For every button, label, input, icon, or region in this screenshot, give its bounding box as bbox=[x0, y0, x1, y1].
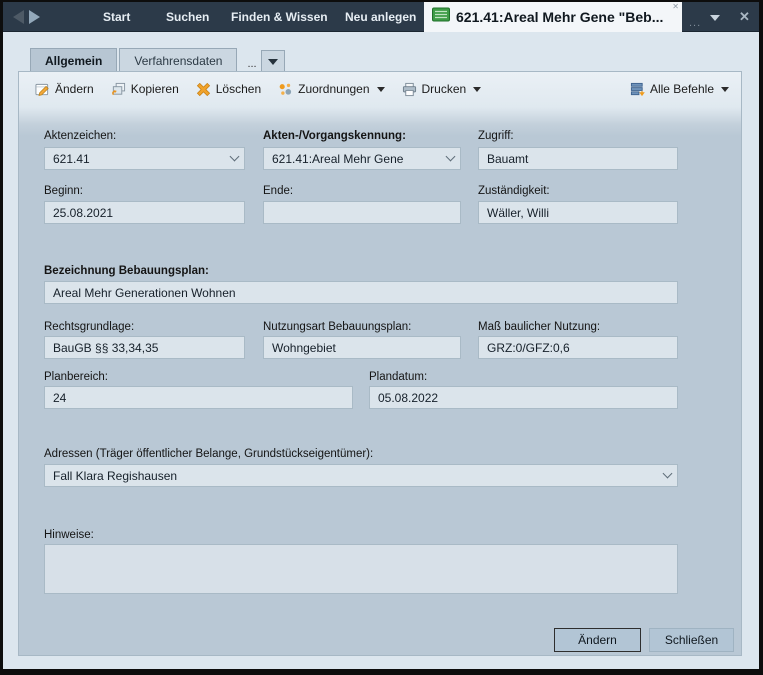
chevron-down-icon[interactable] bbox=[662, 468, 673, 479]
loeschen-button[interactable]: Löschen bbox=[196, 82, 261, 97]
document-tab-title: 621.41:Areal Mehr Gene "Beb... bbox=[456, 9, 664, 25]
aktenzeichen-label: Aktenzeichen: bbox=[44, 130, 117, 142]
nutzungsart-field[interactable] bbox=[263, 336, 461, 359]
kennung-input[interactable] bbox=[272, 151, 447, 166]
bezeichnung-input[interactable] bbox=[53, 285, 671, 300]
tab-list-dropdown-icon[interactable] bbox=[710, 15, 720, 21]
plandatum-field[interactable] bbox=[369, 386, 678, 409]
aktenzeichen-input[interactable] bbox=[53, 151, 231, 166]
rechtsgrundlage-input[interactable] bbox=[53, 340, 238, 355]
aktenzeichen-combobox[interactable] bbox=[44, 147, 245, 170]
chevron-down-icon[interactable] bbox=[445, 151, 456, 162]
ende-input[interactable] bbox=[272, 205, 454, 220]
form-panel: Ändern Kopieren Löschen Zuordnungen Druc… bbox=[18, 71, 742, 656]
copy-icon bbox=[111, 82, 126, 97]
window-close-icon[interactable]: ✕ bbox=[739, 9, 750, 25]
command-list-icon bbox=[630, 82, 645, 97]
planbereich-label: Planbereich: bbox=[44, 371, 108, 383]
kopieren-label: Kopieren bbox=[130, 82, 179, 96]
tab-verfahrensdaten[interactable]: Verfahrensdaten bbox=[119, 48, 238, 72]
drucken-button[interactable]: Drucken bbox=[402, 82, 482, 97]
mass-label: Maß baulicher Nutzung: bbox=[478, 321, 601, 333]
adressen-label: Adressen (Träger öffentlicher Belange, G… bbox=[44, 448, 374, 460]
nutzungsart-label: Nutzungsart Bebauungsplan: bbox=[263, 321, 412, 333]
aendern-button[interactable]: Ändern bbox=[35, 82, 94, 97]
zustaendigkeit-label: Zuständigkeit: bbox=[478, 185, 550, 197]
aendern-footer-label: Ändern bbox=[578, 633, 617, 647]
adressen-combobox[interactable] bbox=[44, 464, 678, 487]
plandatum-label: Plandatum: bbox=[369, 371, 428, 383]
menu-suchen[interactable]: Suchen bbox=[166, 2, 209, 32]
planbereich-input[interactable] bbox=[53, 390, 346, 405]
aendern-footer-button[interactable]: Ändern bbox=[554, 628, 641, 652]
chevron-down-icon bbox=[473, 86, 482, 92]
alle-befehle-button[interactable]: Alle Befehle bbox=[630, 82, 729, 97]
beginn-input[interactable] bbox=[53, 205, 238, 220]
chevron-down-icon bbox=[267, 58, 278, 65]
kopieren-button[interactable]: Kopieren bbox=[111, 82, 179, 97]
delete-x-icon bbox=[196, 82, 211, 97]
menu-finden-wissen[interactable]: Finden & Wissen bbox=[231, 2, 328, 32]
top-menu-bar: Start Suchen Finden & Wissen Neu anlegen… bbox=[3, 2, 759, 32]
back-arrow-icon[interactable] bbox=[13, 10, 24, 24]
beginn-label: Beginn: bbox=[44, 185, 84, 197]
zustaendigkeit-input[interactable] bbox=[487, 205, 671, 220]
green-folder-icon bbox=[432, 7, 450, 27]
alle-befehle-label: Alle Befehle bbox=[649, 82, 714, 96]
nodes-icon bbox=[278, 82, 293, 97]
kennung-label: Akten-/Vorgangskennung: bbox=[263, 130, 406, 142]
adressen-input[interactable] bbox=[53, 468, 664, 483]
tabstrip-overflow-ellipsis[interactable]: ... bbox=[247, 58, 256, 70]
schliessen-footer-label: Schließen bbox=[664, 633, 719, 647]
chevron-down-icon bbox=[376, 86, 385, 92]
mass-field[interactable] bbox=[478, 336, 678, 359]
ende-label: Ende: bbox=[263, 185, 294, 197]
kennung-combobox[interactable] bbox=[263, 147, 461, 170]
beginn-field[interactable] bbox=[44, 201, 245, 224]
chevron-down-icon bbox=[721, 86, 729, 92]
menu-neu-anlegen[interactable]: Neu anlegen bbox=[345, 2, 416, 32]
ende-field[interactable] bbox=[263, 201, 461, 224]
printer-icon bbox=[402, 82, 417, 97]
application-window: Start Suchen Finden & Wissen Neu anlegen… bbox=[0, 0, 763, 675]
bezeichnung-field[interactable] bbox=[44, 281, 678, 304]
nutzungsart-input[interactable] bbox=[272, 340, 454, 355]
form-tabstrip: Allgemein Verfahrensdaten ... bbox=[30, 48, 285, 72]
menu-start[interactable]: Start bbox=[103, 2, 130, 32]
document-tab[interactable]: 621.41:Areal Mehr Gene "Beb... ✕ bbox=[424, 2, 682, 32]
zugriff-label: Zugriff: bbox=[478, 130, 514, 142]
zugriff-field[interactable] bbox=[478, 147, 678, 170]
loeschen-label: Löschen bbox=[215, 82, 262, 96]
zugriff-input[interactable] bbox=[487, 151, 671, 166]
history-nav bbox=[13, 2, 40, 32]
tab-close-icon[interactable]: ✕ bbox=[672, 3, 679, 11]
schliessen-footer-button[interactable]: Schließen bbox=[649, 628, 734, 652]
rechtsgrundlage-label: Rechtsgrundlage: bbox=[44, 321, 135, 333]
drucken-label: Drucken bbox=[421, 82, 467, 96]
edit-icon bbox=[35, 82, 50, 97]
forward-arrow-icon[interactable] bbox=[29, 10, 40, 24]
planbereich-field[interactable] bbox=[44, 386, 353, 409]
mass-input[interactable] bbox=[487, 340, 671, 355]
bezeichnung-label: Bezeichnung Bebauungsplan: bbox=[44, 265, 209, 277]
hinweise-label: Hinweise: bbox=[44, 529, 94, 541]
chevron-down-icon[interactable] bbox=[229, 151, 240, 162]
zuordnungen-button[interactable]: Zuordnungen bbox=[278, 82, 385, 97]
plandatum-input[interactable] bbox=[378, 390, 671, 405]
toolbar: Ändern Kopieren Löschen Zuordnungen Druc… bbox=[35, 79, 729, 99]
tab-overflow-ellipsis[interactable]: ... bbox=[689, 17, 701, 29]
rechtsgrundlage-field[interactable] bbox=[44, 336, 245, 359]
hinweise-textarea[interactable] bbox=[44, 544, 678, 594]
tabstrip-dropdown[interactable] bbox=[260, 50, 285, 72]
zustaendigkeit-field[interactable] bbox=[478, 201, 678, 224]
aendern-label: Ändern bbox=[55, 82, 94, 96]
tab-allgemein[interactable]: Allgemein bbox=[30, 48, 118, 72]
zuordnungen-label: Zuordnungen bbox=[298, 82, 370, 96]
